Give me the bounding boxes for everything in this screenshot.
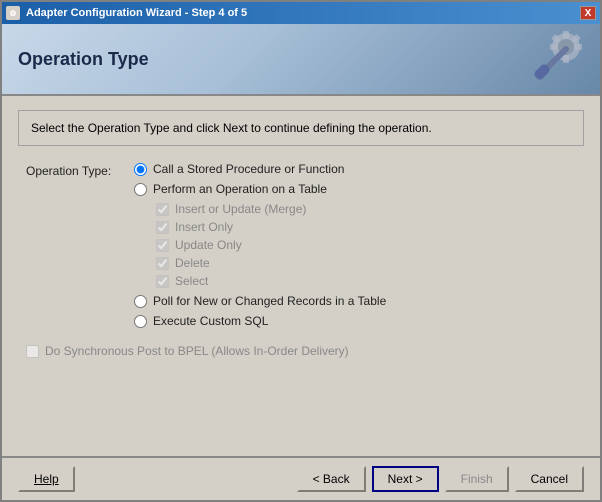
operation-type-label: Operation Type:	[26, 162, 126, 178]
header-banner: Operation Type	[2, 24, 600, 96]
radio-table[interactable]	[134, 183, 147, 196]
chk-sync	[26, 345, 39, 358]
radio-item-table: Perform an Operation on a Table	[134, 182, 386, 196]
chk-delete	[156, 257, 169, 270]
chk-insert-update-label: Insert or Update (Merge)	[175, 202, 306, 216]
sync-checkbox-row: Do Synchronous Post to BPEL (Allows In-O…	[26, 344, 576, 358]
checkbox-sub-group: Insert or Update (Merge) Insert Only Upd…	[156, 202, 386, 288]
checkbox-item-insert-update: Insert or Update (Merge)	[156, 202, 386, 216]
checkbox-item-select: Select	[156, 274, 386, 288]
page-title: Operation Type	[18, 49, 149, 70]
instruction-box: Select the Operation Type and click Next…	[18, 110, 584, 146]
radio-group: Call a Stored Procedure or Function Perf…	[134, 162, 386, 328]
radio-poll[interactable]	[134, 295, 147, 308]
operation-type-row: Operation Type: Call a Stored Procedure …	[26, 162, 576, 328]
form-area: Operation Type: Call a Stored Procedure …	[18, 158, 584, 362]
radio-sql[interactable]	[134, 315, 147, 328]
radio-stored-label[interactable]: Call a Stored Procedure or Function	[153, 162, 344, 176]
checkbox-item-delete: Delete	[156, 256, 386, 270]
chk-insert-update	[156, 203, 169, 216]
back-button[interactable]: < Back	[297, 466, 366, 492]
close-button[interactable]: X	[580, 6, 596, 20]
chk-update-only-label: Update Only	[175, 238, 242, 252]
window-title: Adapter Configuration Wizard - Step 4 of…	[26, 7, 247, 19]
radio-item-sql: Execute Custom SQL	[134, 314, 386, 328]
footer: Help < Back Next > Finish Cancel	[2, 456, 600, 500]
radio-stored[interactable]	[134, 163, 147, 176]
main-window: ⚙ Adapter Configuration Wizard - Step 4 …	[0, 0, 602, 502]
radio-item-poll: Poll for New or Changed Records in a Tab…	[134, 294, 386, 308]
content-area: Select the Operation Type and click Next…	[2, 96, 600, 456]
footer-left: Help	[18, 466, 75, 492]
chk-update-only	[156, 239, 169, 252]
radio-poll-label[interactable]: Poll for New or Changed Records in a Tab…	[153, 294, 386, 308]
checkbox-item-update-only: Update Only	[156, 238, 386, 252]
checkbox-item-insert-only: Insert Only	[156, 220, 386, 234]
radio-table-label[interactable]: Perform an Operation on a Table	[153, 182, 327, 196]
title-bar: ⚙ Adapter Configuration Wizard - Step 4 …	[2, 2, 600, 24]
chk-delete-label: Delete	[175, 256, 210, 270]
instruction-text: Select the Operation Type and click Next…	[31, 121, 432, 135]
help-button[interactable]: Help	[18, 466, 75, 492]
app-icon: ⚙	[6, 6, 20, 20]
cancel-button[interactable]: Cancel	[515, 466, 584, 492]
chk-select	[156, 275, 169, 288]
chk-sync-label: Do Synchronous Post to BPEL (Allows In-O…	[45, 344, 349, 358]
chk-select-label: Select	[175, 274, 208, 288]
chk-insert-only-label: Insert Only	[175, 220, 233, 234]
finish-button: Finish	[445, 466, 509, 492]
radio-sql-label[interactable]: Execute Custom SQL	[153, 314, 268, 328]
radio-item-stored: Call a Stored Procedure or Function	[134, 162, 386, 176]
chk-insert-only	[156, 221, 169, 234]
next-button[interactable]: Next >	[372, 466, 439, 492]
footer-right: < Back Next > Finish Cancel	[297, 466, 584, 492]
gear-icon	[524, 29, 584, 89]
